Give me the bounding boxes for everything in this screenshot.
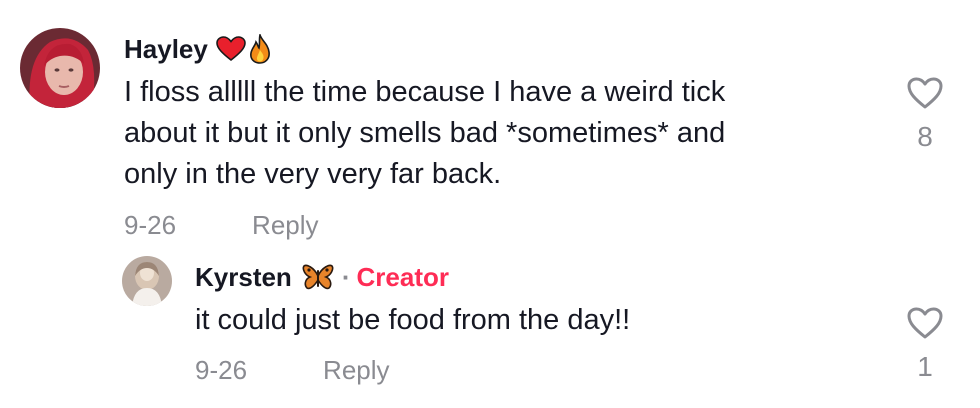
fire-emoji-icon: [248, 34, 272, 64]
heart-outline-icon[interactable]: [906, 76, 944, 115]
reply-button[interactable]: Reply: [252, 210, 318, 241]
heart-outline-icon[interactable]: [906, 306, 944, 345]
avatar[interactable]: [122, 256, 172, 306]
comments-section: Hayley I floss alllll the time because I…: [0, 0, 980, 408]
comment-text-line: about it but it only smells bad *sometim…: [124, 117, 726, 149]
comment-meta: 9-26 Reply: [124, 208, 319, 242]
separator: ·: [341, 261, 351, 292]
comment-header: Kyrsten · Creator: [195, 260, 449, 294]
butterfly-emoji-icon: [302, 263, 334, 291]
creator-badge: Creator: [356, 261, 449, 292]
reply-comment-item: Kyrsten · Creator it could just be food …: [0, 250, 980, 408]
reply-button[interactable]: Reply: [323, 355, 389, 386]
comment-date: 9-26: [124, 209, 177, 240]
avatar[interactable]: [20, 28, 100, 108]
comment-text: it could just be food from the day!!: [195, 300, 630, 341]
heart-emoji-icon: [216, 36, 246, 62]
username[interactable]: Hayley: [124, 34, 208, 65]
comment-meta: 9-26 Reply: [195, 353, 390, 387]
comment-text-line: only in the very very far back.: [124, 158, 502, 190]
like-control: 1: [900, 306, 950, 383]
like-count: 1: [917, 351, 933, 382]
comment-date: 9-26: [195, 354, 248, 385]
username[interactable]: Kyrsten: [195, 262, 292, 293]
comment-header: Hayley: [124, 32, 272, 66]
comment-text: I floss alllll the time because I have a…: [124, 72, 725, 195]
like-count: 8: [917, 121, 933, 152]
like-control: 8: [900, 76, 950, 153]
comment-item: Hayley I floss alllll the time because I…: [0, 0, 980, 250]
comment-text-line: it could just be food from the day!!: [195, 304, 631, 336]
comment-text-line: I floss alllll the time because I have a…: [124, 76, 726, 108]
